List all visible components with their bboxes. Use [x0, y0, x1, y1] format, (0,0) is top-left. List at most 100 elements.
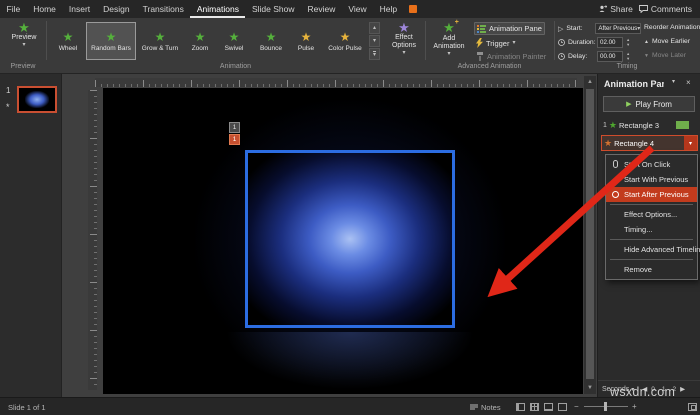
move-earlier-label: Move Earlier [651, 38, 691, 45]
tab-slide-show[interactable]: Slide Show [245, 0, 301, 18]
comments-button[interactable]: Comments [638, 4, 692, 14]
animation-pulse[interactable]: ★ Pulse [290, 22, 322, 60]
reading-view-icon[interactable] [544, 403, 553, 411]
menu-item-start-on-click[interactable]: Start On Click [606, 157, 697, 172]
fit-to-window-icon[interactable] [688, 403, 697, 411]
gallery-label: Wheel [58, 44, 78, 52]
pane-options-chevron-icon[interactable]: ▾ [672, 78, 675, 85]
delay-input[interactable]: 00.00 [597, 51, 623, 62]
more-icon: ▾ [372, 50, 376, 58]
addin-icon[interactable] [408, 5, 417, 13]
duration-input[interactable]: 02.00 [597, 37, 623, 48]
group-divider [46, 21, 47, 60]
canvas-scrollbar[interactable]: ▲ ▼ [584, 76, 596, 394]
gallery-label: Color Pulse [328, 44, 362, 52]
menu-separator [610, 259, 693, 260]
tab-home[interactable]: Home [27, 0, 63, 18]
animation-item-rectangle-3[interactable]: 1 ★ Rectangle 3 [601, 118, 698, 133]
menu-item-timing[interactable]: Timing... [606, 222, 697, 237]
group-label-preview: Preview [10, 63, 36, 70]
tab-view[interactable]: View [342, 0, 373, 18]
move-later-button[interactable]: ▼ Move Later [644, 52, 686, 59]
slideshow-view-icon[interactable] [558, 403, 567, 411]
group-divider [425, 21, 426, 60]
duration-clock-icon [558, 39, 565, 46]
menu-item-hide-advanced-timeline[interactable]: Hide Advanced Timeline [606, 242, 700, 257]
slide-thumbnail[interactable] [17, 86, 57, 113]
animation-wheel[interactable]: ★ Wheel [50, 22, 86, 60]
gallery-label: Zoom [191, 44, 209, 52]
add-animation-button[interactable]: ★ + Add Animation ▾ [428, 19, 470, 57]
horizontal-ruler [95, 78, 577, 87]
start-value: After Previous [598, 25, 638, 32]
animation-painter-icon [477, 52, 483, 61]
menu-item-remove[interactable]: Remove [606, 262, 697, 277]
zoom-in-button[interactable]: + [632, 402, 637, 411]
gallery-scroll-down[interactable]: ▾ [369, 35, 380, 47]
menu-item-effect-options[interactable]: Effect Options... [606, 207, 697, 222]
group-label-advanced-animation: Advanced Animation [457, 63, 522, 70]
item-number: 1 [603, 122, 607, 129]
start-row: ▷ Start: After Previous ▾ [558, 23, 642, 34]
tab-review[interactable]: Review [301, 0, 342, 18]
timeline-scroll-right-icon[interactable]: ▶ [680, 385, 685, 393]
animation-context-menu: Start On Click Start With Previous Start… [605, 154, 700, 280]
animation-indicator: * [6, 102, 10, 112]
trigger-button[interactable]: Trigger ▾ [476, 38, 516, 48]
menu-item-start-with-previous[interactable]: Start With Previous [606, 172, 697, 187]
item-label: Rectangle 3 [618, 121, 660, 130]
gallery-scroll-up[interactable]: ▴ [369, 22, 380, 34]
menu-item-start-after-previous[interactable]: Start After Previous [606, 187, 697, 202]
tab-help[interactable]: Help [373, 0, 403, 18]
duration-spinner[interactable]: ▴ ▾ [627, 37, 629, 48]
pane-close-icon[interactable]: × [686, 78, 691, 87]
start-label: Start: [566, 25, 583, 32]
animation-item-rectangle-4[interactable]: ★ Rectangle 4 ▾ [601, 135, 698, 151]
preview-button[interactable]: ★ Preview ▾ [4, 21, 44, 48]
menu-separator [610, 239, 693, 240]
animation-pane: Animation Pane ▾ × ▶ Play From 1 ★ Recta… [597, 74, 700, 397]
effect-options-button[interactable]: ★ Effect Options ▾ [384, 21, 424, 56]
tab-transitions[interactable]: Transitions [136, 0, 190, 18]
zoom-out-button[interactable]: − [574, 402, 579, 411]
animation-pane-button[interactable]: Animation Pane [474, 22, 545, 35]
tab-file[interactable]: File [0, 0, 27, 18]
animation-color-pulse[interactable]: ★ Color Pulse [322, 22, 368, 60]
add-animation-icon: ★ + [443, 19, 459, 35]
animation-swivel[interactable]: ★ Swivel [216, 22, 252, 60]
trigger-lightning-icon [476, 38, 483, 48]
animation-pane-icon [477, 25, 486, 33]
animation-painter-button[interactable]: Animation Painter [476, 52, 546, 61]
reflection [225, 332, 475, 390]
slide-sorter-view-icon[interactable] [530, 403, 539, 411]
timeline-bar[interactable] [676, 121, 689, 129]
slide-canvas[interactable]: 1 1 [103, 88, 583, 394]
animation-grow-turn[interactable]: ★ Grow & Turn [136, 22, 184, 60]
animation-number-tag[interactable]: 1 [229, 122, 240, 133]
normal-view-icon[interactable] [516, 403, 525, 411]
share-button[interactable]: Share [599, 4, 633, 14]
notes-button[interactable]: Notes [470, 403, 501, 412]
tab-design[interactable]: Design [97, 0, 136, 18]
play-from-button[interactable]: ▶ Play From [603, 96, 695, 112]
move-earlier-button[interactable]: ▲ Move Earlier [644, 38, 690, 45]
start-select[interactable]: After Previous ▾ [595, 23, 642, 34]
blue-rectangle-shape[interactable] [245, 150, 455, 328]
item-dropdown-button[interactable]: ▾ [684, 136, 697, 150]
animation-number-tag-selected[interactable]: 1 [229, 134, 240, 145]
zoom-slider-thumb[interactable] [604, 402, 607, 411]
thumbnail-glow [25, 91, 49, 108]
animation-bounce[interactable]: ★ Bounce [252, 22, 290, 60]
delay-spinner[interactable]: ▴ ▾ [627, 51, 629, 62]
scroll-up-icon[interactable]: ▲ [584, 76, 596, 88]
delay-clock-icon [558, 53, 565, 60]
tab-animations[interactable]: Animations [190, 0, 245, 18]
animation-zoom[interactable]: ★ Zoom [184, 22, 216, 60]
tab-insert[interactable]: Insert [62, 0, 96, 18]
delay-label: Delay: [568, 53, 588, 60]
scrollbar-thumb[interactable] [586, 89, 594, 379]
comments-icon [638, 5, 648, 13]
gallery-more-button[interactable]: ▾ [369, 48, 380, 60]
animation-random-bars[interactable]: ★ Random Bars [86, 22, 136, 60]
scroll-down-icon[interactable]: ▼ [584, 382, 596, 394]
